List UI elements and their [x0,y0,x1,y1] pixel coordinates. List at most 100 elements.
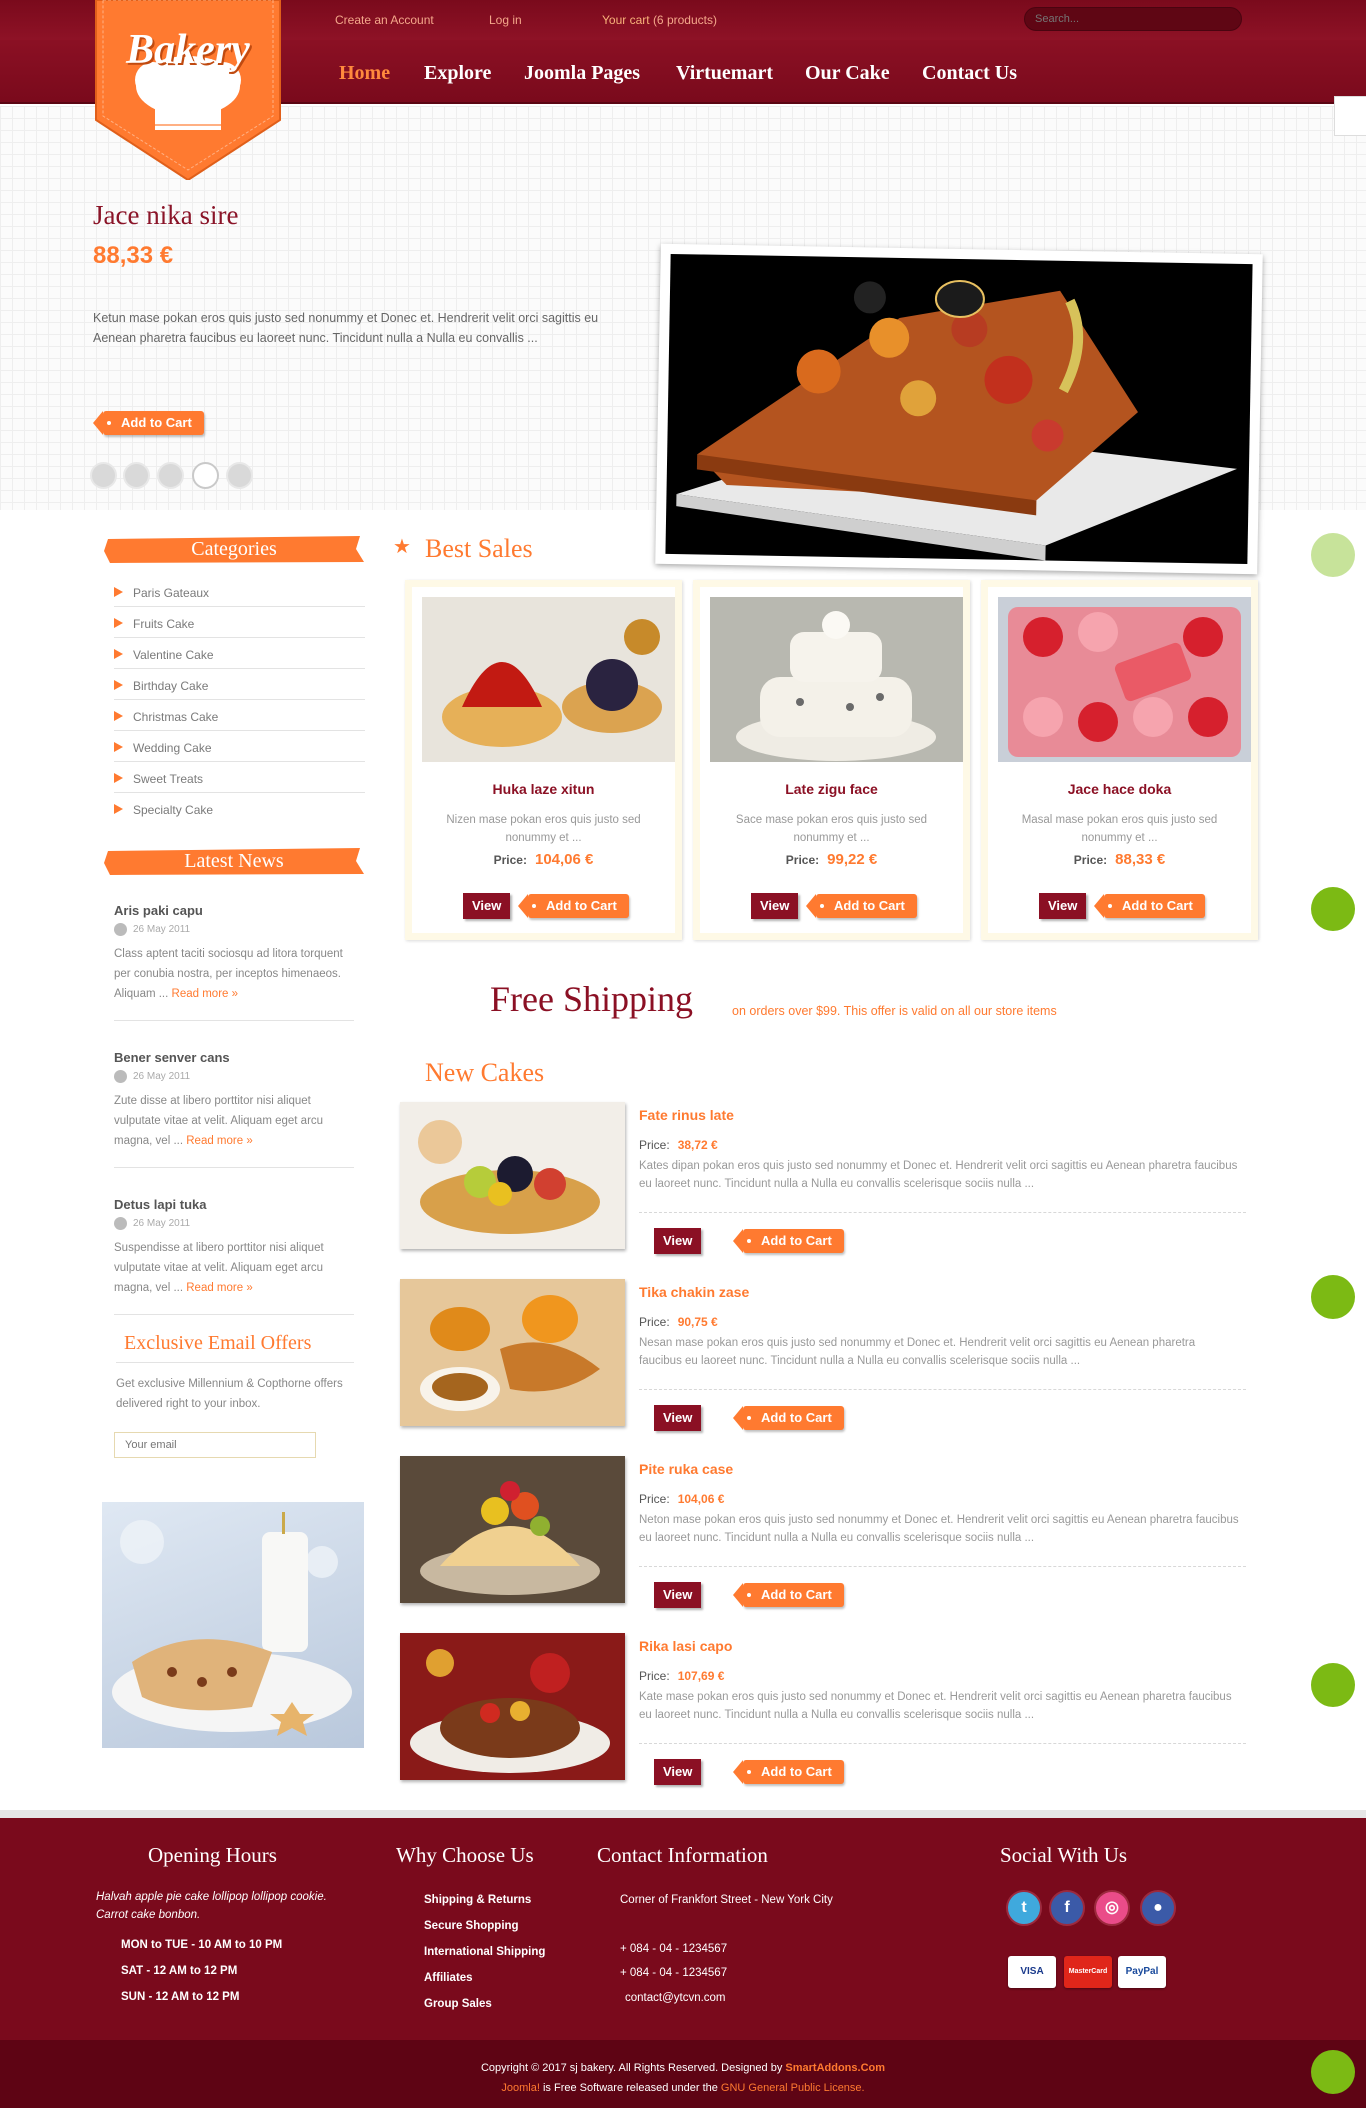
login-link[interactable]: Log in [489,13,522,27]
nav-contact-us[interactable]: Contact Us [922,62,1017,85]
category-sweet-treats[interactable]: Sweet Treats [114,762,365,793]
news-excerpt-3: Suspendisse at libero porttitor nisi ali… [114,1242,324,1294]
best-sales-card-1: Huka laze xitun Nizen mase pokan eros qu… [405,580,682,940]
product-image[interactable] [422,597,675,762]
twitter-icon[interactable]: t [1006,1890,1042,1926]
footer-link-group-sales[interactable]: Group Sales [424,1998,492,2010]
add-to-cart-button[interactable]: Add to Cart [733,1229,844,1253]
add-to-cart-button[interactable]: Add to Cart [518,894,629,918]
view-button[interactable]: View [654,1582,702,1608]
product-title[interactable]: Pite ruka case [639,1461,733,1477]
footer-link-international[interactable]: International Shipping [424,1946,545,1958]
product-price: Price: 38,72 € [639,1138,718,1152]
product-description: Neton mase pokan eros quis justo sed non… [639,1514,1239,1544]
product-image[interactable] [400,1102,625,1249]
facebook-icon[interactable]: f [1049,1890,1085,1926]
footer-link-affiliates[interactable]: Affiliates [424,1972,473,1984]
category-specialty-cake[interactable]: Specialty Cake [114,793,365,824]
read-more-link-3[interactable]: Read more » [186,1282,252,1294]
view-button[interactable]: View [751,893,799,919]
view-button[interactable]: View [654,1405,702,1431]
contact-email-link[interactable]: contact@ytcvn.com [625,1992,726,2004]
product-image[interactable] [710,597,963,762]
categories-heading: Categories [104,533,364,565]
add-to-cart-button[interactable]: Add to Cart [733,1406,844,1430]
new-cake-row-4: Rika lasi capo Price: 107,69 € Kate mase … [400,1633,1246,1809]
scroll-to-top-tab[interactable] [1334,96,1366,136]
category-fruits-cake[interactable]: Fruits Cake [114,607,365,638]
divider [114,1020,354,1021]
product-image[interactable] [400,1279,625,1426]
product-description: Kate mase pokan eros quis justo sed nonu… [639,1691,1232,1721]
fruit-cake-plate-illustration [400,1633,625,1780]
news-title-3[interactable]: Detus lapi tuka [114,1197,206,1212]
read-more-link-2[interactable]: Read more » [186,1135,252,1147]
product-image[interactable] [400,1633,625,1780]
category-christmas-cake[interactable]: Christmas Cake [114,700,365,731]
hours-line-2: SAT - 12 AM to 12 PM [121,1965,238,1977]
nav-our-cake[interactable]: Our Cake [805,62,890,85]
product-title[interactable]: Rika lasi capo [639,1638,732,1654]
new-cake-row-3: Pite ruka case Price: 104,06 € Neton mase… [400,1456,1246,1632]
category-valentine-cake[interactable]: Valentine Cake [114,638,365,669]
flickr-icon[interactable]: ● [1140,1890,1176,1926]
category-wedding-cake[interactable]: Wedding Cake [114,731,365,762]
product-title[interactable]: Late zigu face [700,781,963,797]
category-paris-gateaux[interactable]: Paris Gateaux [114,576,365,607]
hero-product-title[interactable]: Jace nika sire [93,200,238,231]
email-field[interactable] [114,1432,316,1458]
divider [639,1389,1246,1390]
christmas-cake-banner[interactable] [102,1502,364,1748]
view-button[interactable]: View [463,893,511,919]
pavlova-illustration [400,1456,625,1603]
slide-dot-1[interactable] [90,462,117,489]
divider [639,1743,1246,1744]
joomla-link[interactable]: Joomla! [501,2082,540,2094]
nav-joomla-pages[interactable]: Joomla Pages [524,62,640,85]
add-to-cart-button[interactable]: Add to Cart [733,1583,844,1607]
product-image[interactable] [998,597,1251,762]
slide-dot-5[interactable] [226,462,253,489]
product-title[interactable]: Tika chakin zase [639,1284,749,1300]
stollen-cake-illustration [112,1512,352,1736]
slide-dot-4[interactable] [192,462,219,489]
divider [116,1362,354,1363]
add-to-cart-button[interactable]: Add to Cart [806,894,917,918]
read-more-link-1[interactable]: Read more » [172,988,238,1000]
create-account-link[interactable]: Create an Account [335,13,434,27]
slide-dot-3[interactable] [157,462,184,489]
product-title[interactable]: Fate rinus late [639,1107,734,1123]
croissant-illustration [400,1279,625,1426]
news-title-2[interactable]: Bener senver cans [114,1050,230,1065]
slide-dot-2[interactable] [123,462,150,489]
nav-explore[interactable]: Explore [424,62,491,85]
view-button[interactable]: View [654,1759,702,1785]
designer-link[interactable]: SmartAddons.Com [785,2062,885,2074]
product-title[interactable]: Jace hace doka [988,781,1251,797]
product-price: Price: 107,69 € [639,1669,725,1683]
bakery-logo[interactable]: Bakery [93,0,283,182]
footer-link-secure[interactable]: Secure Shopping [424,1920,519,1932]
new-cake-row-1: Fate rinus late Price: 38,72 € Kates dipa… [400,1102,1246,1278]
cart-link[interactable]: Your cart (6 products) [602,13,717,27]
view-button[interactable]: View [654,1228,702,1254]
news-excerpt-2: Zute disse at libero porttitor nisi aliq… [114,1095,324,1147]
footer-link-shipping[interactable]: Shipping & Returns [424,1894,531,1906]
hero-product-image[interactable] [655,243,1263,575]
social-heading: Social With Us [1000,1843,1128,1867]
product-title[interactable]: Huka laze xitun [412,781,675,797]
add-to-cart-button[interactable]: Add to Cart [1094,894,1205,918]
category-birthday-cake[interactable]: Birthday Cake [114,669,365,700]
hero-add-to-cart-button[interactable]: Add to Cart [93,411,204,435]
hero-product-price: 88,33 € [93,242,174,269]
license-link[interactable]: GNU General Public License. [721,2082,865,2094]
dribbble-icon[interactable]: ◎ [1094,1890,1130,1926]
search-input[interactable] [1024,7,1242,31]
product-image[interactable] [400,1456,625,1603]
nav-virtuemart[interactable]: Virtuemart [676,62,773,85]
news-title-1[interactable]: Aris paki capu [114,903,203,918]
nav-home[interactable]: Home [339,62,390,85]
floating-circle [1311,1663,1355,1707]
add-to-cart-button[interactable]: Add to Cart [733,1760,844,1784]
view-button[interactable]: View [1039,893,1087,919]
